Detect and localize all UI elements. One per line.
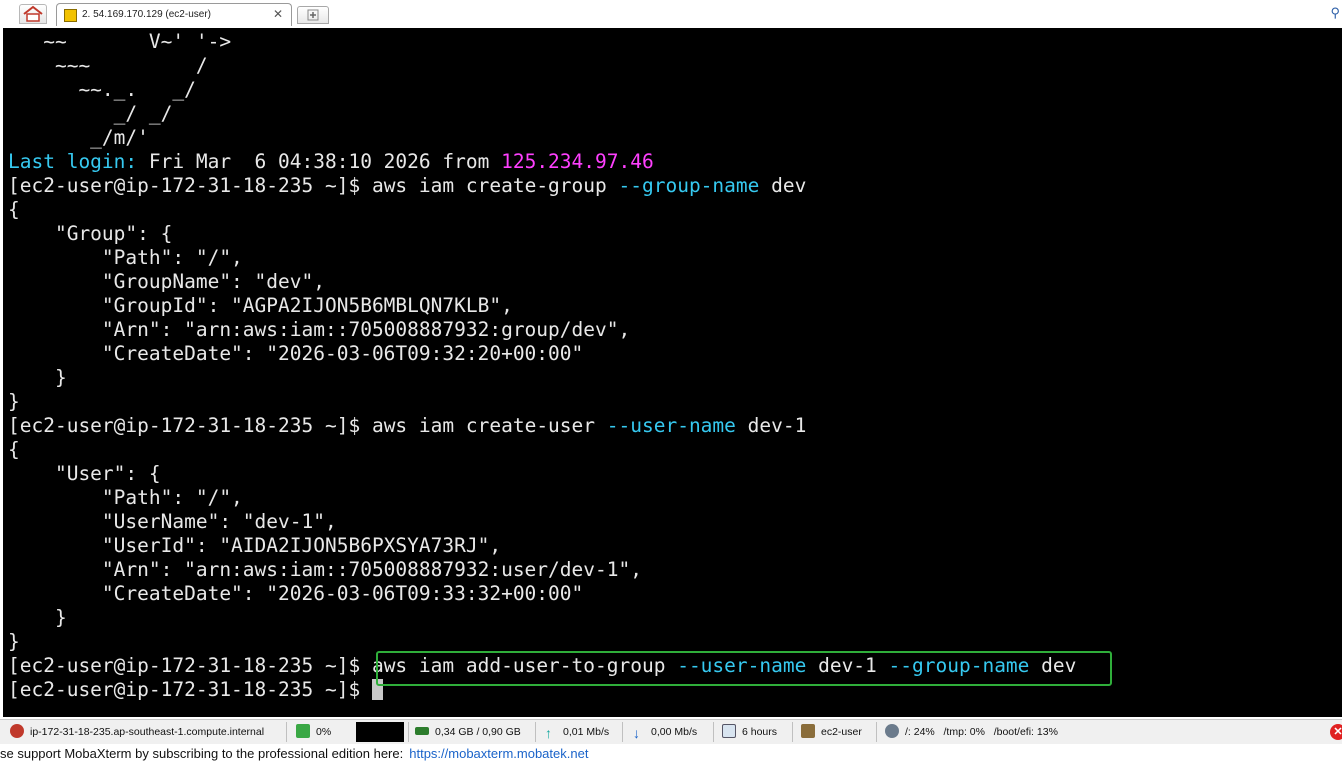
upload-arrow-icon: ↑ bbox=[545, 725, 552, 741]
divider bbox=[535, 722, 536, 742]
command-text: aws iam create-user bbox=[371, 414, 607, 437]
status-upload: ↑ 0,01 Mb/s bbox=[545, 720, 609, 744]
shell-prompt: [ec2-user@ip-172-31-18-235 ~]$ bbox=[8, 678, 372, 701]
uptime-icon bbox=[722, 724, 736, 738]
banner-line: ~~ V~' '-> bbox=[8, 30, 232, 53]
close-icon[interactable]: ✕ bbox=[1330, 724, 1342, 740]
status-bar: ip-172-31-18-235.ap-southeast-1.compute.… bbox=[0, 719, 1342, 744]
output-line: } bbox=[8, 366, 67, 389]
footer-banner: se support MobaXterm by subscribing to t… bbox=[0, 744, 1342, 764]
ssh-session-icon bbox=[64, 9, 77, 22]
disk-icon bbox=[885, 724, 899, 738]
command-highlight-box bbox=[376, 651, 1112, 686]
output-line: "Group": { bbox=[8, 222, 173, 245]
cpu-graph bbox=[356, 722, 404, 742]
output-line: "User": { bbox=[8, 462, 161, 485]
divider bbox=[622, 722, 623, 742]
host-label: ip-172-31-18-235.ap-southeast-1.compute.… bbox=[30, 726, 265, 738]
command-line: [ec2-user@ip-172-31-18-235 ~]$ aws iam c… bbox=[8, 174, 806, 198]
status-disk: /: 24% /tmp: 0% /boot/efi: 13% bbox=[885, 720, 1058, 744]
command-arg: dev bbox=[759, 174, 807, 197]
last-login-line: Last login: Fri Mar 6 04:38:10 2026 from… bbox=[8, 150, 654, 174]
output-line: "Arn": "arn:aws:iam::705008887932:group/… bbox=[8, 318, 631, 341]
output-line: "Path": "/", bbox=[8, 246, 243, 269]
command-flag: --user-name bbox=[606, 414, 736, 437]
home-button[interactable] bbox=[19, 4, 47, 24]
last-login-ip: 125.234.97.46 bbox=[501, 150, 654, 173]
shell-prompt: [ec2-user@ip-172-31-18-235 ~]$ bbox=[8, 414, 372, 437]
last-login-text: Fri Mar 6 04:38:10 2026 from bbox=[137, 150, 502, 173]
divider bbox=[792, 722, 793, 742]
output-line: "CreateDate": "2026-03-06T09:33:32+00:00… bbox=[8, 582, 584, 605]
prompt-line[interactable]: [ec2-user@ip-172-31-18-235 ~]$ bbox=[8, 678, 383, 702]
uptime-label: 6 hours bbox=[742, 726, 778, 738]
footer-text: se support MobaXterm by subscribing to t… bbox=[0, 746, 404, 761]
tab-close-icon[interactable]: ✕ bbox=[273, 7, 283, 21]
plus-icon bbox=[307, 9, 319, 21]
banner-line: ~~._. _/ bbox=[8, 78, 196, 101]
banner-line: _/ _/ bbox=[8, 102, 173, 125]
linux-icon bbox=[10, 724, 24, 738]
session-tab[interactable]: 2. 54.169.170.129 (ec2-user) ✕ bbox=[56, 3, 292, 26]
output-line: "Arn": "arn:aws:iam::705008887932:user/d… bbox=[8, 558, 642, 581]
output-line: "GroupName": "dev", bbox=[8, 270, 325, 293]
command-line: [ec2-user@ip-172-31-18-235 ~]$ aws iam c… bbox=[8, 414, 806, 438]
tab-bar: 2. 54.169.170.129 (ec2-user) ✕ ⚲ bbox=[0, 0, 1342, 28]
command-flag: --group-name bbox=[618, 174, 760, 197]
output-line: "Path": "/", bbox=[8, 486, 243, 509]
status-download: ↓ 0,00 Mb/s bbox=[633, 720, 697, 744]
banner-line: _/m/' bbox=[8, 126, 149, 149]
output-line: "GroupId": "AGPA2IJON5B6MBLQN7KLB", bbox=[8, 294, 513, 317]
status-cpu: 0% bbox=[296, 720, 331, 744]
new-tab-button[interactable] bbox=[297, 6, 329, 24]
output-line: "UserName": "dev-1", bbox=[8, 510, 337, 533]
user-icon bbox=[801, 724, 815, 738]
divider bbox=[286, 722, 287, 742]
last-login-label: Last login: bbox=[8, 150, 138, 173]
attach-icon[interactable]: ⚲ bbox=[1330, 5, 1340, 21]
footer-link[interactable]: https://mobaxterm.mobatek.net bbox=[409, 746, 588, 761]
divider bbox=[408, 722, 409, 742]
output-line: } bbox=[8, 390, 20, 413]
tab-title: 2. 54.169.170.129 (ec2-user) bbox=[82, 9, 211, 20]
output-line: "UserId": "AIDA2IJON5B6PXSYA73RJ", bbox=[8, 534, 502, 557]
status-host[interactable]: ip-172-31-18-235.ap-southeast-1.compute.… bbox=[10, 720, 264, 744]
download-label: 0,00 Mb/s bbox=[651, 726, 698, 738]
home-icon bbox=[23, 5, 43, 22]
upload-label: 0,01 Mb/s bbox=[563, 726, 610, 738]
disk-label: /: 24% /tmp: 0% /boot/efi: 13% bbox=[905, 726, 1058, 738]
cpu-icon bbox=[296, 724, 310, 738]
status-uptime: 6 hours bbox=[722, 720, 777, 744]
memory-icon bbox=[415, 727, 429, 735]
banner-line: ~~~ / bbox=[8, 54, 208, 77]
memory-label: 0,34 GB / 0,90 GB bbox=[435, 726, 521, 738]
output-line: } bbox=[8, 606, 67, 629]
output-line: "CreateDate": "2026-03-06T09:32:20+00:00… bbox=[8, 342, 584, 365]
output-line: { bbox=[8, 198, 20, 221]
command-arg: dev-1 bbox=[735, 414, 807, 437]
status-user: ec2-user bbox=[801, 720, 862, 744]
terminal[interactable]: ~~ V~' '-> ~~~ / ~~._. _/ _/ _/ _/m/' La… bbox=[3, 28, 1342, 717]
output-line: } bbox=[8, 630, 20, 653]
command-text: aws iam create-group bbox=[371, 174, 619, 197]
divider bbox=[876, 722, 877, 742]
shell-prompt: [ec2-user@ip-172-31-18-235 ~]$ bbox=[8, 654, 372, 677]
divider bbox=[713, 722, 714, 742]
output-line: { bbox=[8, 438, 20, 461]
status-memory: 0,34 GB / 0,90 GB bbox=[415, 720, 521, 744]
cpu-label: 0% bbox=[316, 726, 332, 738]
user-label: ec2-user bbox=[821, 726, 862, 738]
shell-prompt: [ec2-user@ip-172-31-18-235 ~]$ bbox=[8, 174, 372, 197]
download-arrow-icon: ↓ bbox=[633, 725, 640, 741]
